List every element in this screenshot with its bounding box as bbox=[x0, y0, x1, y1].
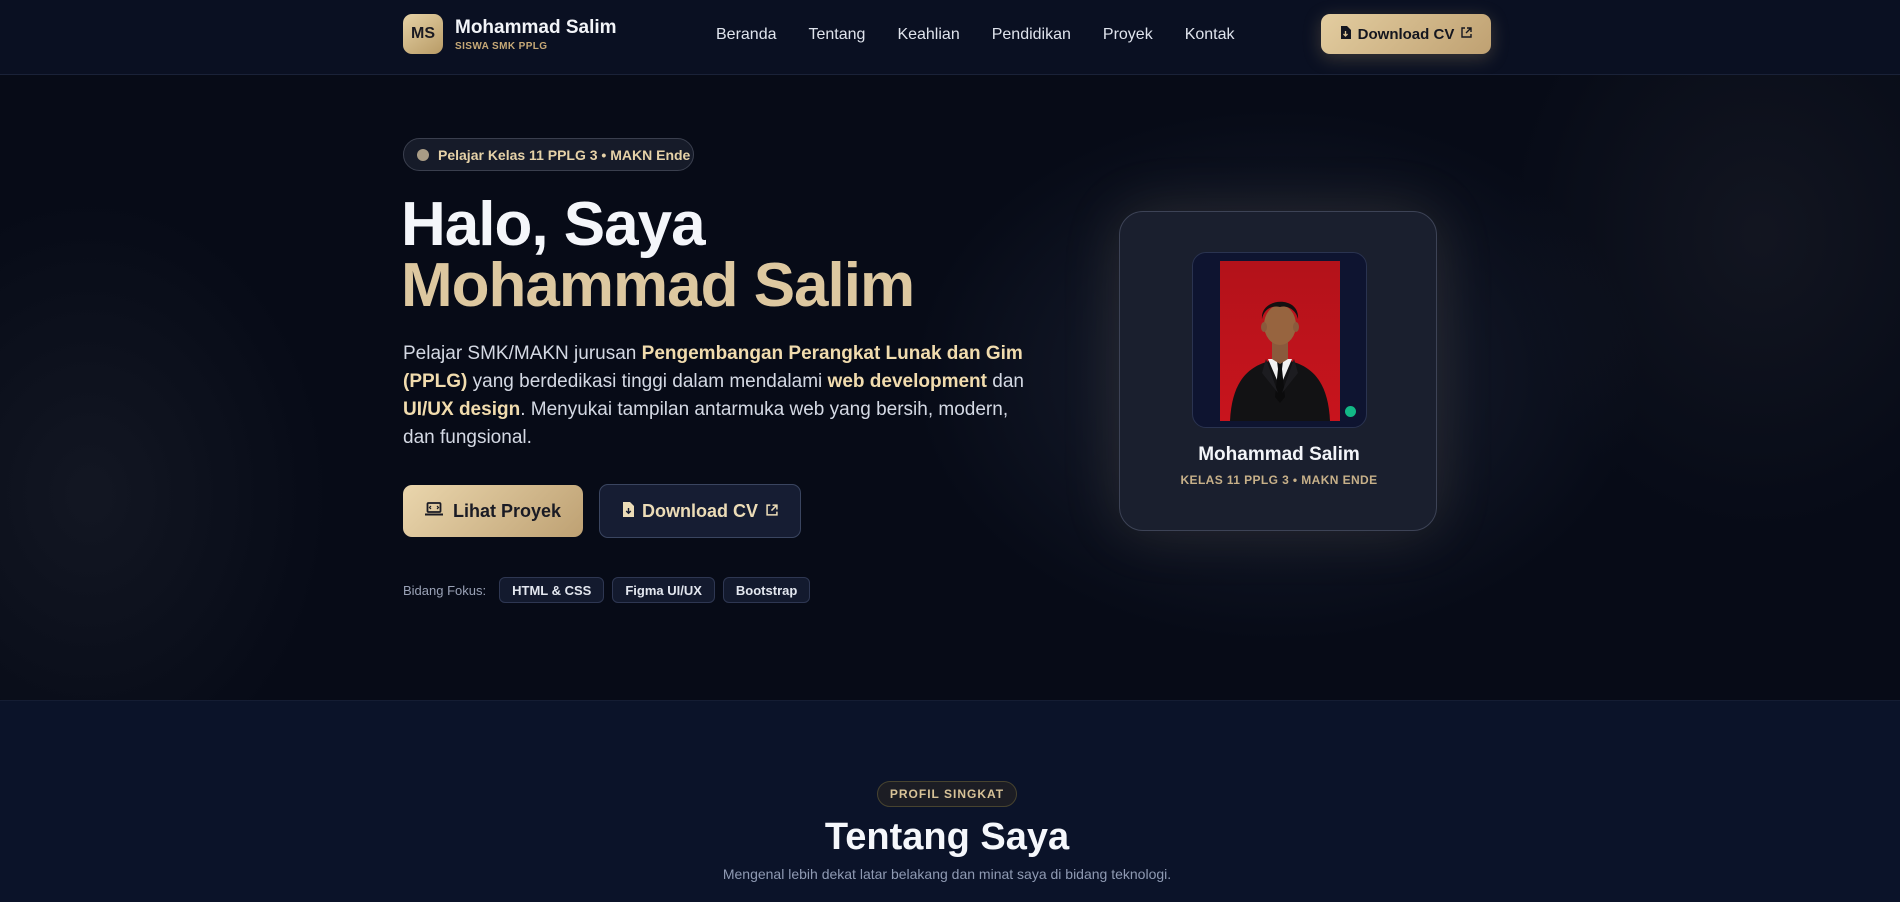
badge-dot-icon bbox=[417, 148, 429, 161]
hero-download-cv-button[interactable]: Download CV bbox=[599, 484, 801, 538]
about-section: PROFIL SINGKAT Tentang Saya Mengenal leb… bbox=[0, 700, 1900, 902]
hero-description: Pelajar SMK/MAKN jurusan Pengembangan Pe… bbox=[403, 340, 1028, 452]
hero-desc-text-3: dan bbox=[986, 371, 1024, 392]
nav-link-beranda[interactable]: Beranda bbox=[716, 24, 777, 46]
brand-text: Mohammad Salim SISWA SMK PPLG bbox=[455, 17, 617, 52]
hero-desc-text-2: yang berdedikasi tinggi dalam mendalami bbox=[467, 371, 828, 392]
nav-link-pendidikan[interactable]: Pendidikan bbox=[992, 24, 1071, 46]
focus-area: Bidang Fokus: HTML & CSS Figma UI/UX Boo… bbox=[403, 577, 818, 603]
laptop-icon bbox=[424, 501, 443, 521]
hero-badge-text: Pelajar Kelas 11 PPLG 3 • MAKN Ende bbox=[438, 146, 691, 163]
nav-links: Beranda Tentang Keahlian Pendidikan Proy… bbox=[716, 24, 1267, 46]
hero-download-cv-label: Download CV bbox=[642, 500, 758, 521]
online-status-dot-icon bbox=[1345, 406, 1356, 417]
brand-name: Mohammad Salim bbox=[455, 16, 617, 38]
hero-badge: Pelajar Kelas 11 PPLG 3 • MAKN Ende bbox=[403, 138, 694, 171]
profile-card-subtitle: KELAS 11 PPLG 3 • MAKN ENDE bbox=[1180, 473, 1378, 487]
hero-desc-highlight-webdev: web development bbox=[827, 371, 987, 392]
hero-desc-highlight-uiux: UI/UX design bbox=[403, 399, 521, 420]
hero-title: Halo, Saya Mohammad Salim bbox=[401, 190, 915, 320]
file-download-icon bbox=[622, 501, 634, 521]
profile-photo-frame bbox=[1192, 252, 1367, 428]
focus-chip-html-css: HTML & CSS bbox=[499, 577, 605, 603]
view-projects-button[interactable]: Lihat Proyek bbox=[403, 485, 583, 537]
navbar: MS Mohammad Salim SISWA SMK PPLG Beranda… bbox=[0, 0, 1900, 75]
nav-link-kontak[interactable]: Kontak bbox=[1185, 24, 1235, 46]
nav-download-cv-button[interactable]: Download CV bbox=[1321, 14, 1491, 54]
brand-logo: MS bbox=[403, 14, 443, 54]
about-badge: PROFIL SINGKAT bbox=[877, 781, 1017, 807]
focus-label: Bidang Fokus: bbox=[403, 582, 487, 598]
brand-subtitle: SISWA SMK PPLG bbox=[455, 40, 548, 52]
brand[interactable]: MS Mohammad Salim SISWA SMK PPLG bbox=[403, 14, 617, 54]
focus-chip-figma: Figma UI/UX bbox=[612, 577, 715, 603]
nav-download-cv-label: Download CV bbox=[1357, 25, 1455, 43]
external-link-icon bbox=[1461, 27, 1473, 41]
file-icon bbox=[1340, 26, 1351, 42]
external-link-icon bbox=[766, 503, 778, 519]
nav-link-proyek[interactable]: Proyek bbox=[1103, 24, 1153, 46]
nav-link-tentang[interactable]: Tentang bbox=[809, 24, 866, 46]
profile-photo bbox=[1220, 261, 1340, 421]
hero-desc-text-1: Pelajar SMK/MAKN jurusan bbox=[403, 343, 642, 364]
hero-title-line1: Halo, Saya bbox=[401, 190, 706, 259]
view-projects-label: Lihat Proyek bbox=[452, 500, 562, 521]
profile-card: Mohammad Salim KELAS 11 PPLG 3 • MAKN EN… bbox=[1119, 211, 1437, 531]
profile-card-name: Mohammad Salim bbox=[1198, 444, 1360, 465]
focus-chip-bootstrap: Bootstrap bbox=[722, 577, 811, 603]
about-subtitle: Mengenal lebih dekat latar belakang dan … bbox=[722, 866, 1172, 882]
hero-title-line2: Mohammad Salim bbox=[401, 251, 915, 320]
about-title: Tentang Saya bbox=[824, 816, 1070, 858]
nav-link-keahlian[interactable]: Keahlian bbox=[897, 24, 959, 46]
hero-section: Pelajar Kelas 11 PPLG 3 • MAKN Ende Halo… bbox=[0, 75, 1900, 700]
